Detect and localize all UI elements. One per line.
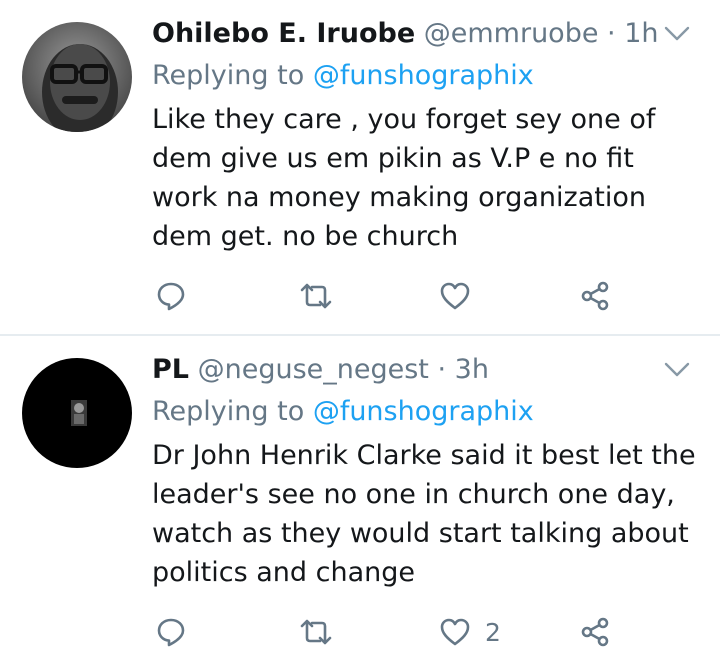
timestamp[interactable]: 3h bbox=[455, 354, 489, 385]
avatar[interactable] bbox=[22, 22, 132, 132]
user-handle[interactable]: @emmruobe bbox=[424, 18, 599, 49]
like-button[interactable] bbox=[439, 276, 485, 316]
chevron-down-icon[interactable] bbox=[664, 362, 690, 382]
retweet-icon bbox=[300, 283, 332, 309]
reply-icon bbox=[157, 618, 185, 647]
avatar[interactable] bbox=[22, 358, 132, 468]
share-icon bbox=[581, 281, 609, 311]
share-button[interactable] bbox=[580, 612, 610, 652]
tweet-actions bbox=[152, 276, 622, 316]
separator: · bbox=[437, 354, 447, 385]
tweet[interactable]: Ohilebo E. Iruobe @emmruobe · 1h Replyin… bbox=[0, 0, 720, 335]
retweet-icon bbox=[300, 619, 332, 645]
tweet-header: Ohilebo E. Iruobe @emmruobe · 1h bbox=[152, 16, 659, 52]
user-handle[interactable]: @neguse_negest bbox=[198, 354, 429, 385]
replying-prefix: Replying to bbox=[152, 396, 305, 427]
reply-button[interactable] bbox=[156, 612, 186, 652]
reply-button[interactable] bbox=[156, 276, 186, 316]
display-name[interactable]: PL bbox=[152, 354, 189, 385]
separator: · bbox=[607, 18, 616, 49]
chevron-down-icon[interactable] bbox=[664, 26, 690, 46]
replying-prefix: Replying to bbox=[152, 60, 305, 91]
share-icon bbox=[581, 617, 609, 647]
replying-to-link[interactable]: @funshographix bbox=[313, 60, 534, 91]
retweet-button[interactable] bbox=[298, 612, 334, 652]
heart-icon bbox=[440, 618, 470, 646]
like-button[interactable]: 2 bbox=[439, 612, 501, 652]
share-button[interactable] bbox=[580, 276, 610, 316]
replying-to-link[interactable]: @funshographix bbox=[313, 396, 534, 427]
tweet-actions: 2 bbox=[152, 612, 622, 652]
heart-icon bbox=[440, 282, 470, 310]
timestamp[interactable]: 1h bbox=[624, 18, 658, 49]
like-count: 2 bbox=[485, 617, 501, 647]
display-name[interactable]: Ohilebo E. Iruobe bbox=[152, 18, 415, 49]
tweet-text: Dr John Henrik Clarke said it best let t… bbox=[152, 440, 696, 588]
reply-icon bbox=[157, 282, 185, 311]
replying-to: Replying to @funshographix bbox=[152, 394, 534, 430]
tweet-text: Like they care , you forget sey one of d… bbox=[152, 104, 656, 252]
replying-to: Replying to @funshographix bbox=[152, 58, 534, 94]
tweet[interactable]: PL @neguse_negest · 3h Replying to @funs… bbox=[0, 336, 720, 663]
tweet-header: PL @neguse_negest · 3h bbox=[152, 352, 489, 388]
retweet-button[interactable] bbox=[298, 276, 334, 316]
